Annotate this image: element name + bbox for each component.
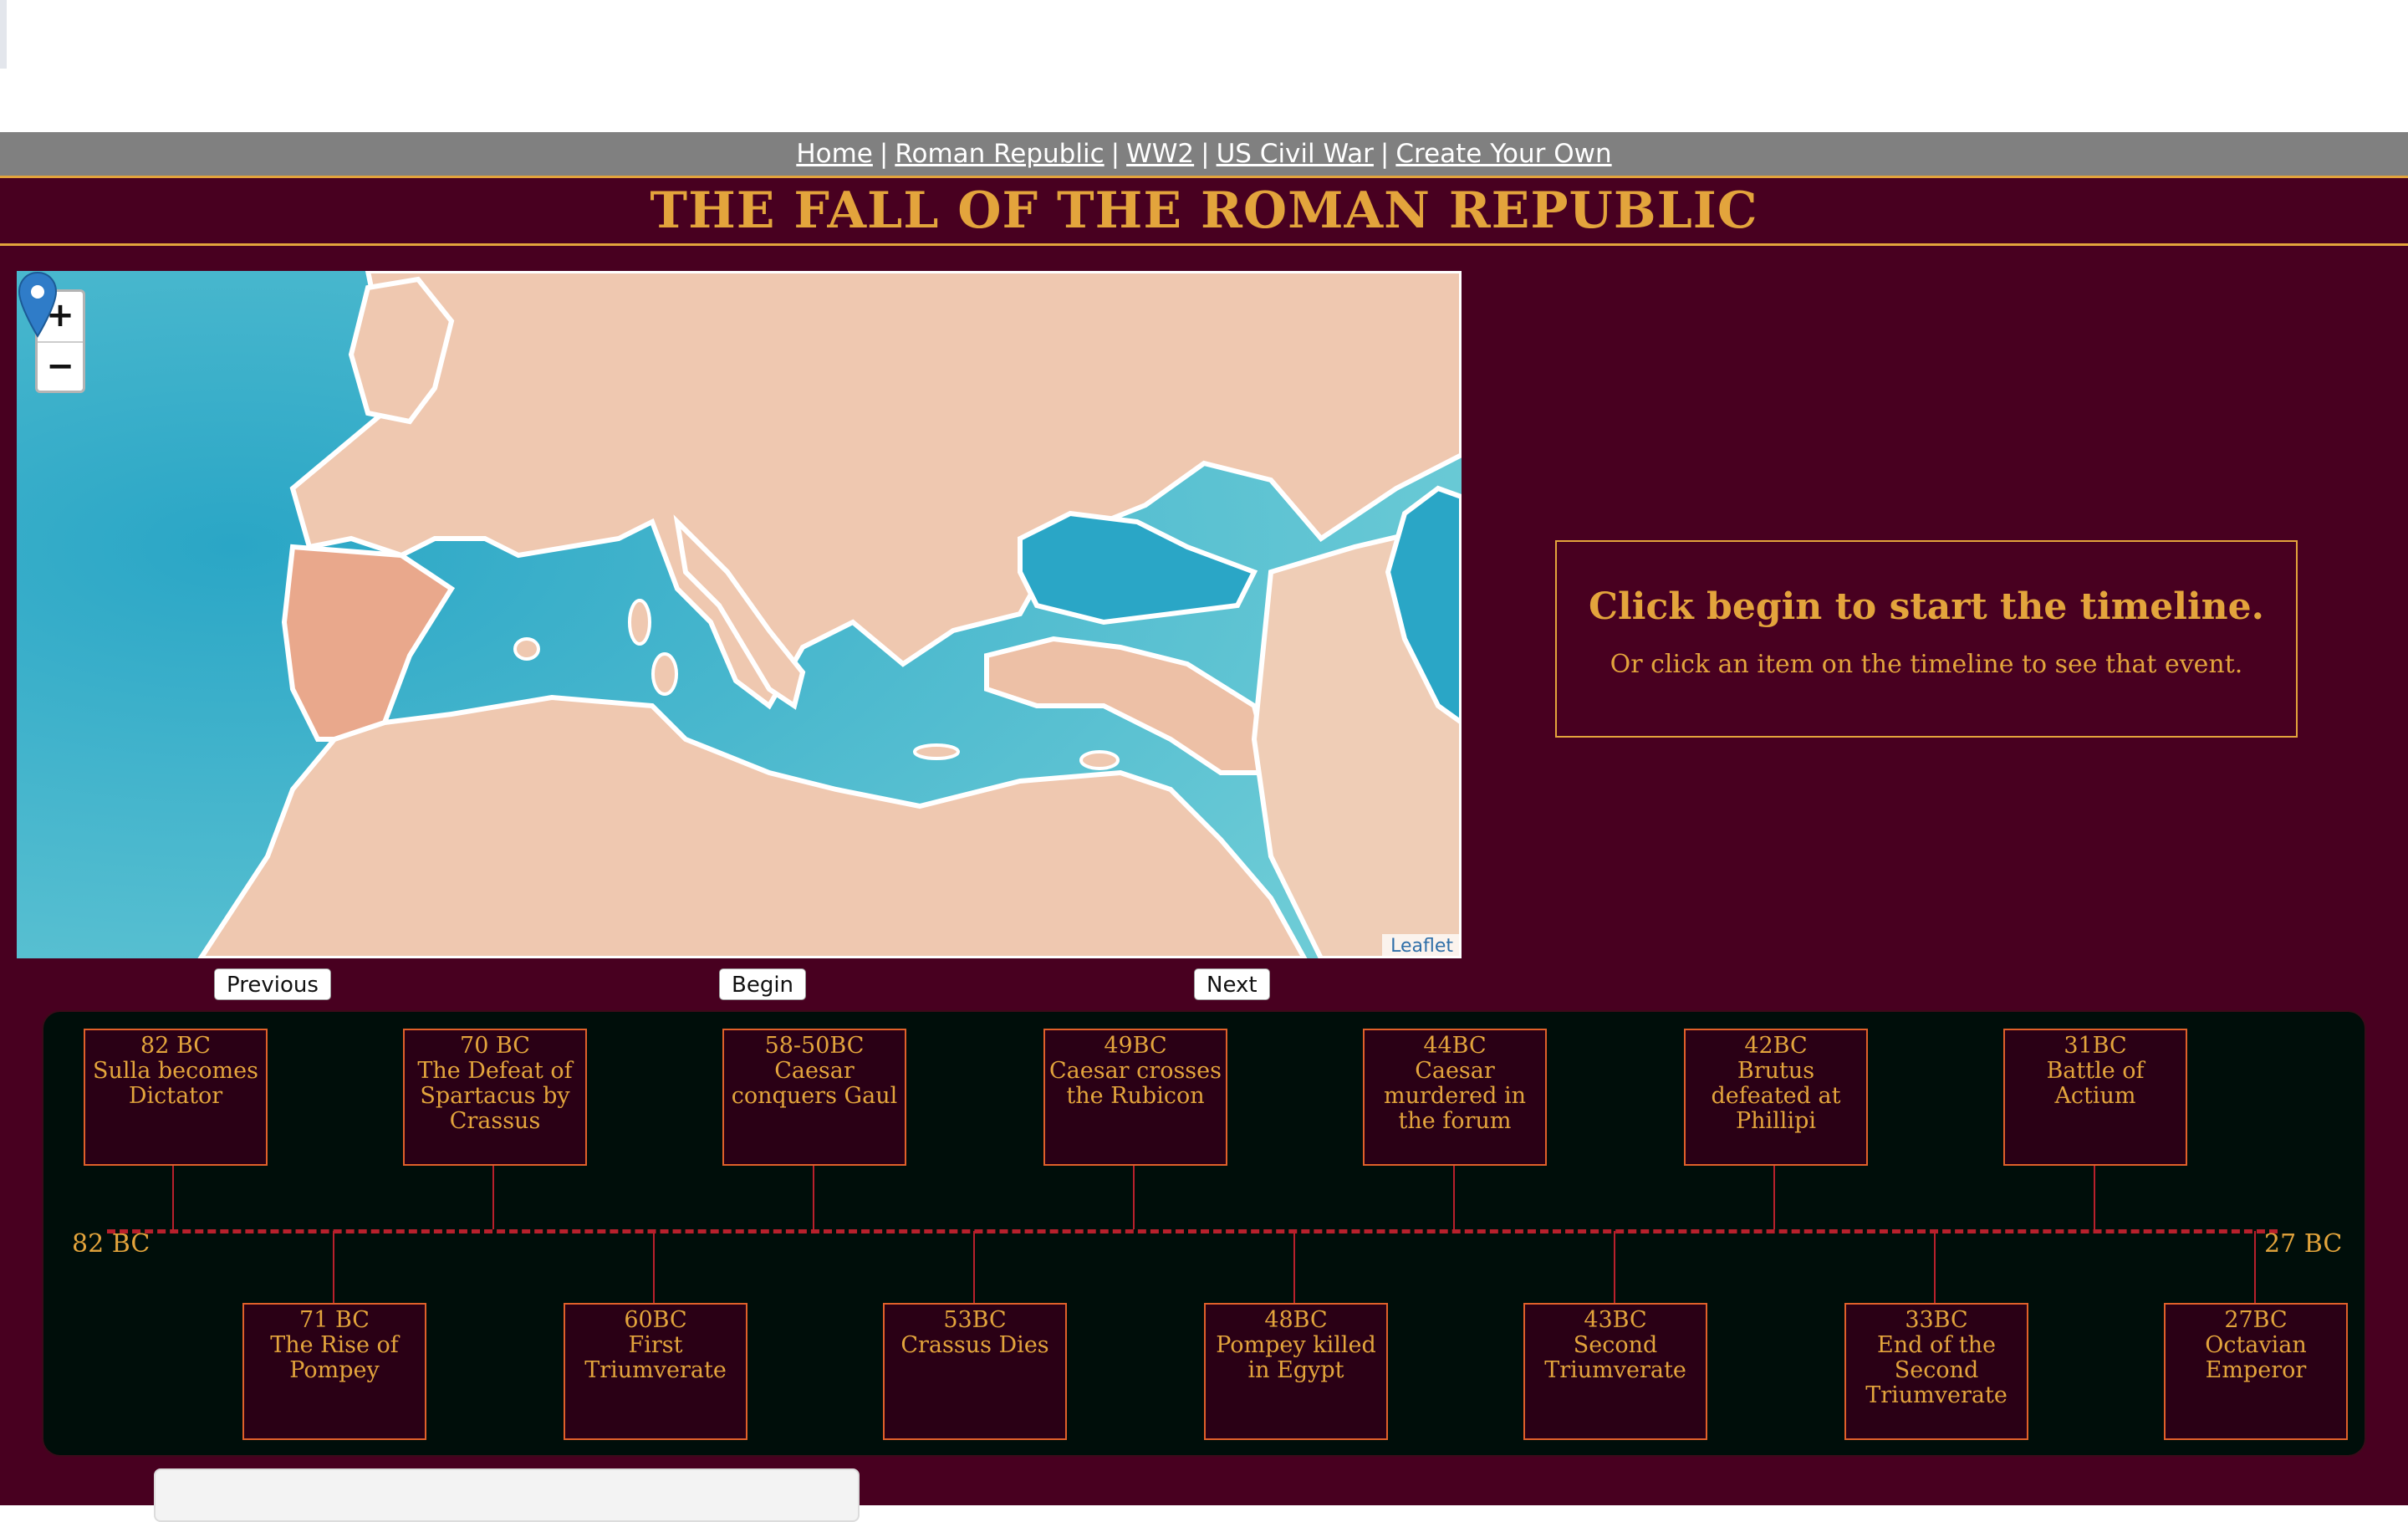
event-title: Caesar crosses the Rubicon (1048, 1058, 1222, 1109)
nav-link-us-civil-war[interactable]: US Civil War (1217, 139, 1374, 169)
event-date: 53BC (943, 1307, 1007, 1333)
info-heading: Click begin to start the timeline. (1589, 585, 2264, 628)
event-title: Caesar conquers Gaul (731, 1058, 898, 1109)
info-text: Or click an item on the timeline to see … (1610, 650, 2243, 679)
event-date: 58-50BC (764, 1033, 865, 1059)
event-date: 48BC (1264, 1307, 1328, 1333)
timeline-event[interactable]: 33BC End of the Second Triumverate (1844, 1303, 2028, 1440)
bottom-card (154, 1468, 860, 1522)
event-connector (1133, 1166, 1135, 1229)
nav-link-create-your-own[interactable]: Create Your Own (1395, 139, 1611, 169)
timeline-event[interactable]: 27BC Octavian Emperor (2164, 1303, 2348, 1440)
timeline-axis (107, 1229, 2278, 1233)
timeline-event[interactable]: 53BC Crassus Dies (883, 1303, 1067, 1440)
event-connector (973, 1231, 975, 1303)
timeline-event[interactable]: 58-50BC Caesar conquers Gaul (722, 1029, 906, 1166)
map[interactable]: + − Leaflet (17, 271, 1462, 958)
event-title: Second Triumverate (1544, 1332, 1686, 1383)
event-connector (172, 1166, 174, 1229)
scrollbar-edge (0, 0, 7, 69)
event-connector (492, 1166, 494, 1229)
event-connector (653, 1231, 655, 1303)
event-title: Crassus Dies (900, 1332, 1049, 1358)
event-connector (1934, 1231, 1936, 1303)
event-date: 49BC (1104, 1033, 1167, 1059)
browser-blank-area (0, 0, 2408, 132)
event-date: 31BC (2064, 1033, 2127, 1059)
timeline-event[interactable]: 31BC Battle of Actium (2003, 1029, 2187, 1166)
event-connector (2254, 1231, 2256, 1303)
event-date: 60BC (624, 1307, 687, 1333)
timeline-event[interactable]: 48BC Pompey killed in Egypt (1204, 1303, 1388, 1440)
nav-link-home[interactable]: Home (796, 139, 873, 169)
timeline-event[interactable]: 82 BC Sulla becomes Dictator (84, 1029, 268, 1166)
nav-link-roman-republic[interactable]: Roman Republic (895, 139, 1104, 169)
event-date: 44BC (1423, 1033, 1487, 1059)
event-connector (1614, 1231, 1615, 1303)
timeline-event[interactable]: 70 BC The Defeat of Spartacus by Crassus (403, 1029, 587, 1166)
previous-button[interactable]: Previous (214, 968, 331, 1000)
event-connector (1773, 1166, 1775, 1229)
event-title: Battle of Actium (2046, 1058, 2145, 1109)
event-title: Brutus defeated at Phillipi (1711, 1058, 1841, 1134)
timeline-start-label: 82 BC (72, 1229, 150, 1259)
event-date: 71 BC (299, 1307, 370, 1333)
event-title: End of the Second Triumverate (1865, 1332, 2008, 1408)
event-connector (333, 1231, 334, 1303)
event-title: First Triumverate (584, 1332, 727, 1383)
event-title: Octavian Emperor (2205, 1332, 2307, 1383)
timeline-event[interactable]: 60BC First Triumverate (564, 1303, 747, 1440)
event-connector (1293, 1231, 1295, 1303)
watercolor-map (17, 271, 1462, 958)
event-connector (2094, 1166, 2095, 1229)
timeline-event[interactable]: 49BC Caesar crosses the Rubicon (1043, 1029, 1227, 1166)
event-title: Caesar murdered in the forum (1384, 1058, 1526, 1134)
event-connector (1453, 1166, 1455, 1229)
timeline-event[interactable]: 43BC Second Triumverate (1523, 1303, 1707, 1440)
event-date: 82 BC (140, 1033, 211, 1059)
nav-separator: | (1380, 139, 1390, 169)
page-title: THE FALL OF THE ROMAN REPUBLIC (650, 181, 1758, 240)
event-date: 33BC (1905, 1307, 1968, 1333)
nav-separator: | (1201, 139, 1210, 169)
begin-button[interactable]: Begin (719, 968, 807, 1000)
nav-bar: Home | Roman Republic | WW2 | US Civil War | Cre… (0, 132, 2408, 176)
timeline-event[interactable]: 44BC Caesar murdered in the forum (1363, 1029, 1547, 1166)
event-title: Sulla becomes Dictator (93, 1058, 258, 1109)
event-title: The Rise of Pompey (270, 1332, 399, 1383)
timeline-event[interactable]: 42BC Brutus defeated at Phillipi (1684, 1029, 1868, 1166)
nav-link-ww2[interactable]: WW2 (1126, 139, 1194, 169)
event-title: Pompey killed in Egypt (1216, 1332, 1376, 1383)
map-attribution[interactable]: Leaflet (1382, 934, 1462, 958)
title-bar: THE FALL OF THE ROMAN REPUBLIC (0, 176, 2408, 246)
event-date: 42BC (1744, 1033, 1808, 1059)
map-marker-icon[interactable] (17, 271, 59, 338)
event-connector (813, 1166, 814, 1229)
timeline-event[interactable]: 71 BC The Rise of Pompey (242, 1303, 426, 1440)
event-info-panel: Click begin to start the timeline. Or cl… (1555, 540, 2298, 738)
event-title: The Defeat of Spartacus by Crassus (417, 1058, 573, 1134)
zoom-out-button[interactable]: − (38, 343, 83, 392)
nav-separator: | (1110, 139, 1120, 169)
event-date: 27BC (2224, 1307, 2288, 1333)
next-button[interactable]: Next (1194, 968, 1270, 1000)
nav-separator: | (879, 139, 889, 169)
event-date: 70 BC (460, 1033, 530, 1059)
timeline-end-label: 27 BC (2264, 1229, 2343, 1259)
event-date: 43BC (1584, 1307, 1647, 1333)
